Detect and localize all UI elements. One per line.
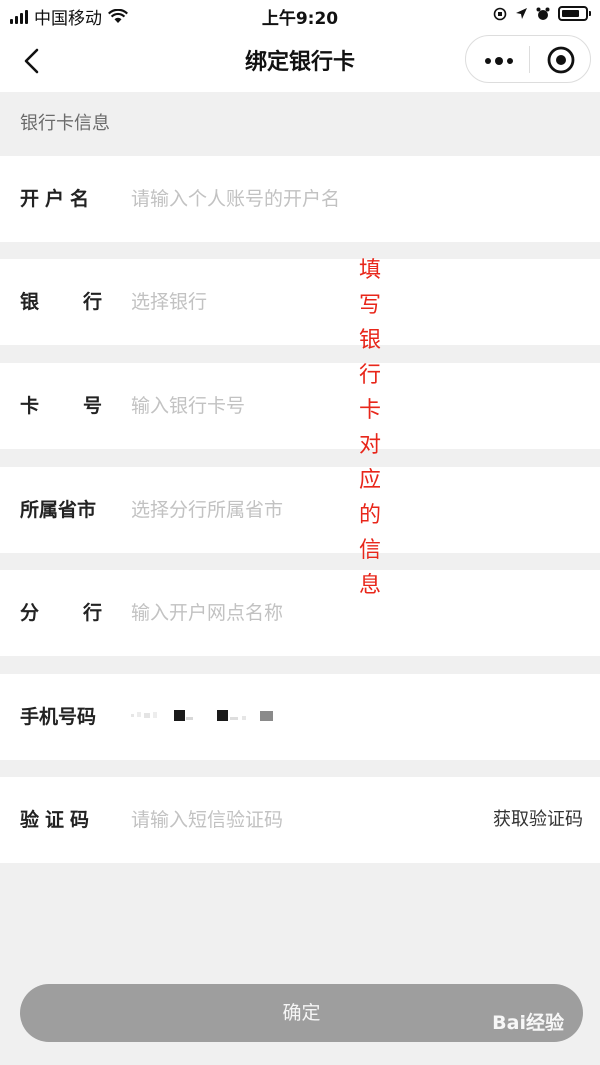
province-row[interactable]: 所属省市 选择分行所属省市 bbox=[0, 467, 600, 553]
more-dots-icon[interactable] bbox=[484, 57, 514, 65]
verification-code-row[interactable]: 验证码 请输入短信验证码 获取验证码 bbox=[0, 777, 600, 863]
get-code-button[interactable]: 获取验证码 bbox=[493, 777, 583, 863]
verification-code-label: 验证码 bbox=[20, 809, 96, 831]
capsule-divider bbox=[529, 46, 530, 73]
bank-label: 银行 bbox=[20, 291, 147, 313]
close-target-icon[interactable] bbox=[546, 45, 576, 75]
battery-icon bbox=[558, 6, 591, 21]
province-label: 所属省市 bbox=[20, 499, 97, 521]
phone-row[interactable]: 手机号码 bbox=[0, 674, 600, 760]
branch-label: 分行 bbox=[20, 602, 147, 624]
province-select[interactable]: 选择分行所属省市 bbox=[131, 467, 283, 553]
bank-row[interactable]: 银行 选择银行 bbox=[0, 259, 600, 345]
phone-label: 手机号码 bbox=[20, 706, 97, 728]
branch-row[interactable]: 分行 输入开户网点名称 bbox=[0, 570, 600, 656]
location-icon bbox=[516, 8, 527, 19]
capsule-menu bbox=[465, 35, 591, 83]
account-name-label: 开户名 bbox=[20, 188, 96, 210]
verification-code-input[interactable]: 请输入短信验证码 bbox=[131, 777, 283, 863]
orientation-lock-icon bbox=[493, 7, 507, 20]
account-name-input[interactable]: 请输入个人账号的开户名 bbox=[131, 156, 340, 242]
card-number-label: 卡号 bbox=[20, 395, 147, 417]
masked-phone-value[interactable] bbox=[131, 708, 291, 724]
status-right bbox=[493, 6, 591, 21]
account-name-row[interactable]: 开户名 请输入个人账号的开户名 bbox=[0, 156, 600, 242]
section-title: 银行卡信息 bbox=[0, 92, 600, 156]
alarm-icon bbox=[536, 7, 550, 20]
bank-select[interactable]: 选择银行 bbox=[131, 259, 207, 345]
branch-input[interactable]: 输入开户网点名称 bbox=[131, 570, 283, 656]
annotation-text: 填写银行卡对应的信息 bbox=[358, 258, 381, 598]
card-number-input[interactable]: 输入银行卡号 bbox=[131, 363, 245, 449]
status-bar: 中国移动 上午9:20 bbox=[0, 0, 600, 30]
watermark-logo: Bai经验 bbox=[492, 1012, 564, 1034]
nav-bar: 绑定银行卡 bbox=[0, 30, 600, 92]
card-number-row[interactable]: 卡号 输入银行卡号 bbox=[0, 363, 600, 449]
